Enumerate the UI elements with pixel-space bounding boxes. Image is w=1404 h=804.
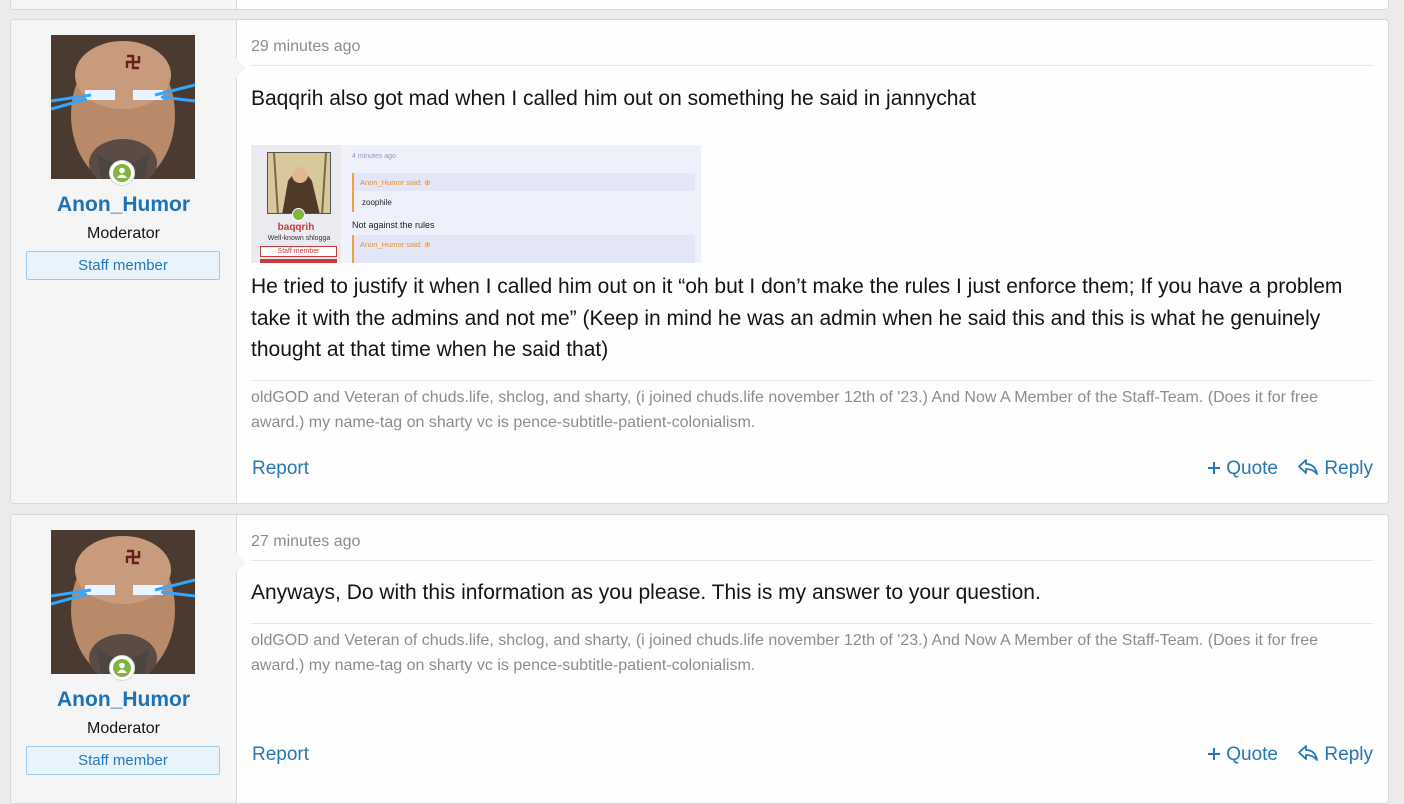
- report-button[interactable]: Report: [252, 744, 309, 766]
- embedded-banner-strip: [260, 259, 337, 263]
- username[interactable]: Anon_Humor: [11, 688, 236, 712]
- post: Anon_Humor Moderator Staff member 27 min…: [10, 514, 1389, 804]
- reply-label: Reply: [1324, 744, 1373, 765]
- embedded-user-title: Well-known shlogga: [267, 235, 331, 242]
- post-user-column: Anon_Humor Moderator Staff member: [11, 20, 237, 503]
- user-online-icon: [109, 160, 135, 186]
- quote-label: Quote: [1226, 458, 1278, 479]
- post-arrow: [236, 553, 246, 573]
- signature: oldGOD and Veteran of chuds.life, shclog…: [251, 389, 1319, 431]
- post-timestamp[interactable]: 27 minutes ago: [251, 533, 360, 551]
- embedded-avatar: [267, 152, 331, 214]
- expand-icon: ⊕: [424, 240, 431, 249]
- embedded-quote-body: zoophile: [354, 191, 695, 212]
- embedded-online-icon: [292, 208, 305, 221]
- report-button[interactable]: Report: [252, 458, 309, 480]
- embedded-timestamp: 4 minutes ago: [352, 153, 396, 160]
- staff-member-banner: Staff member: [26, 746, 220, 775]
- quote-button[interactable]: Quote: [1207, 458, 1278, 480]
- user-title: Moderator: [87, 720, 160, 737]
- post-main: 29 minutes ago Baqqrih also got mad when…: [251, 20, 1373, 503]
- post-arrow: [236, 58, 246, 78]
- post-header-divider: [251, 65, 1373, 66]
- user-title: Moderator: [87, 225, 160, 242]
- user-online-icon: [109, 655, 135, 681]
- signature-divider: [251, 623, 1373, 624]
- embedded-post-main: 4 minutes ago Anon_Humor said: ⊕ zoophil…: [346, 145, 701, 263]
- plus-icon: [1207, 744, 1221, 766]
- plus-icon: [1207, 458, 1221, 480]
- embedded-quote-author: Anon_Humor said:: [360, 240, 423, 249]
- embedded-text: Not against the rules: [352, 220, 435, 230]
- previous-post: [10, 0, 1389, 10]
- staff-member-banner: Staff member: [26, 251, 220, 280]
- embedded-quote-author: Anon_Humor said:: [360, 178, 423, 187]
- avatar[interactable]: [51, 35, 195, 179]
- quote-button[interactable]: Quote: [1207, 744, 1278, 766]
- reply-label: Reply: [1324, 458, 1373, 479]
- avatar-image: [51, 530, 195, 674]
- message-text: Anyways, Do with this information as you…: [251, 581, 1041, 604]
- post-header-divider: [251, 560, 1373, 561]
- reply-arrow-icon: [1297, 744, 1319, 766]
- reply-button[interactable]: Reply: [1297, 744, 1373, 766]
- post-user-column: Anon_Humor Moderator Staff member: [11, 515, 237, 803]
- reply-arrow-icon: [1297, 458, 1319, 480]
- post: Anon_Humor Moderator Staff member 29 min…: [10, 19, 1389, 504]
- embedded-quote: Anon_Humor said: ⊕ zoophile: [352, 173, 695, 212]
- avatar-image: [51, 35, 195, 179]
- embedded-username: baqqrih: [277, 222, 315, 233]
- embedded-quote: Anon_Humor said: ⊕: [352, 235, 695, 263]
- embedded-screenshot[interactable]: baqqrih Well-known shlogga Staff member …: [251, 145, 701, 263]
- message-text: He tried to justify it when I called him…: [251, 275, 1343, 361]
- embedded-staff-banner: Staff member: [260, 246, 337, 257]
- embedded-user-column: baqqrih Well-known shlogga Staff member: [251, 145, 341, 263]
- post-timestamp[interactable]: 29 minutes ago: [251, 38, 360, 56]
- message-text: Baqqrih also got mad when I called him o…: [251, 87, 976, 110]
- avatar[interactable]: [51, 530, 195, 674]
- post-main: 27 minutes ago Anyways, Do with this inf…: [251, 515, 1373, 803]
- signature-divider: [251, 380, 1373, 381]
- username[interactable]: Anon_Humor: [11, 193, 236, 217]
- expand-icon: ⊕: [424, 178, 431, 187]
- signature: oldGOD and Veteran of chuds.life, shclog…: [251, 632, 1319, 674]
- reply-button[interactable]: Reply: [1297, 458, 1373, 480]
- quote-label: Quote: [1226, 744, 1278, 765]
- previous-post-user-column: [11, 0, 237, 9]
